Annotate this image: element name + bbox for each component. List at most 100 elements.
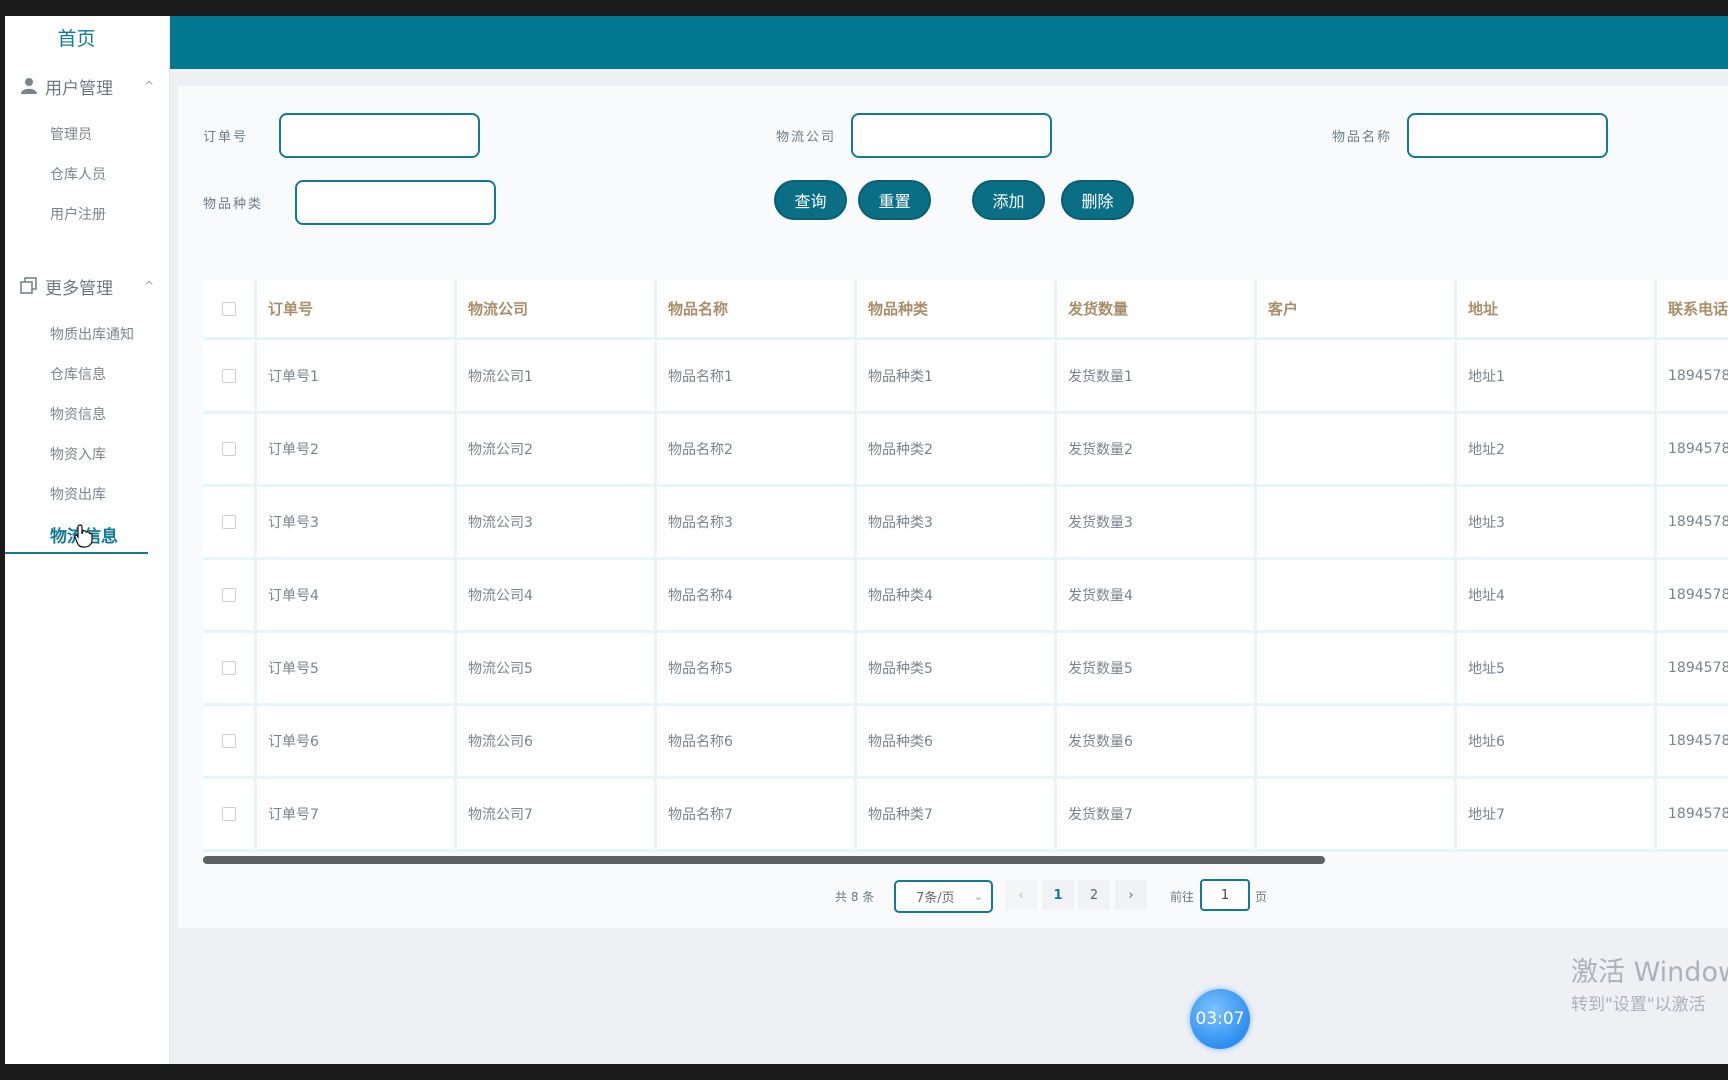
page-1-button[interactable]: 1 bbox=[1042, 880, 1074, 910]
item-type-input[interactable] bbox=[295, 180, 496, 225]
sidebar-item-material-inbound[interactable]: 物资入库 bbox=[50, 444, 106, 464]
sidebar-item-material-info[interactable]: 物资信息 bbox=[50, 404, 106, 424]
table-cell: 物品名称2 bbox=[657, 414, 857, 487]
sidebar: 首页 用户管理 ^ 管理员 仓库人员 用户注册 更多管理 ^ 物质出库通知 仓库… bbox=[5, 16, 170, 1064]
column-header[interactable]: 订单号 bbox=[257, 280, 457, 340]
table-cell: 1894578 bbox=[1657, 706, 1728, 779]
item-name-label: 物品名称 bbox=[1332, 130, 1393, 145]
company-label: 物流公司 bbox=[776, 130, 837, 145]
recording-timer[interactable]: 03:07 bbox=[1190, 989, 1250, 1049]
select-all-cell bbox=[203, 280, 257, 340]
table-cell: 发货数量2 bbox=[1057, 414, 1257, 487]
table-cell: 地址7 bbox=[1457, 779, 1657, 852]
page-2-button[interactable]: 2 bbox=[1078, 880, 1110, 910]
row-checkbox-cell bbox=[203, 341, 257, 414]
table-cell bbox=[1257, 560, 1457, 633]
logistics-table: 订单号 物流公司 物品名称 物品种类 发货数量 客户 地址 联系电话 订单号1 物… bbox=[203, 280, 1728, 854]
sidebar-home-link[interactable]: 首页 bbox=[5, 24, 148, 51]
select-all-checkbox[interactable] bbox=[221, 301, 236, 316]
table-cell: 1894578 bbox=[1657, 487, 1728, 560]
hand-cursor-icon bbox=[73, 523, 95, 549]
row-checkbox-cell bbox=[203, 706, 257, 779]
table-row[interactable]: 订单号7 物流公司7 物品名称7 物品种类7 发货数量7 地址7 1894578 bbox=[203, 779, 1728, 852]
row-checkbox[interactable] bbox=[221, 807, 236, 821]
column-header[interactable]: 物流公司 bbox=[457, 280, 657, 340]
sidebar-item-admin[interactable]: 管理员 bbox=[50, 124, 92, 144]
table-cell: 物流公司2 bbox=[457, 414, 657, 487]
table-row[interactable]: 订单号2 物流公司2 物品名称2 物品种类2 发货数量2 地址2 1894578 bbox=[203, 414, 1728, 487]
sidebar-group-more-management[interactable]: 更多管理 ^ bbox=[19, 272, 154, 300]
table-cell: 物流公司5 bbox=[457, 633, 657, 706]
table-cell: 1894578 bbox=[1657, 779, 1728, 852]
order-no-label: 订单号 bbox=[203, 130, 249, 145]
table-cell: 物流公司3 bbox=[457, 487, 657, 560]
row-checkbox-cell bbox=[203, 633, 257, 706]
column-header[interactable]: 物品种类 bbox=[857, 280, 1057, 340]
horizontal-scrollbar[interactable] bbox=[203, 856, 1325, 864]
goto-page-input[interactable]: 1 bbox=[1200, 879, 1250, 911]
table-row[interactable]: 订单号5 物流公司5 物品名称5 物品种类5 发货数量5 地址5 1894578 bbox=[203, 633, 1728, 706]
table-row[interactable]: 订单号3 物流公司3 物品名称3 物品种类3 发货数量3 地址3 1894578 bbox=[203, 487, 1728, 560]
table-cell: 物品种类7 bbox=[857, 779, 1057, 852]
table-cell: 物品种类5 bbox=[857, 633, 1057, 706]
sidebar-item-material-outbound[interactable]: 物资出库 bbox=[50, 484, 106, 504]
table-row[interactable]: 订单号1 物流公司1 物品名称1 物品种类1 发货数量1 地址1 1894578 bbox=[203, 341, 1728, 414]
table-cell bbox=[1257, 341, 1457, 414]
table-cell: 1894578 bbox=[1657, 341, 1728, 414]
table-cell: 地址2 bbox=[1457, 414, 1657, 487]
table-row[interactable]: 订单号6 物流公司6 物品名称6 物品种类6 发货数量6 地址6 1894578 bbox=[203, 706, 1728, 779]
table-cell: 物品名称4 bbox=[657, 560, 857, 633]
sidebar-item-warehouse-staff[interactable]: 仓库人员 bbox=[50, 164, 106, 184]
page-size-select[interactable]: 7条/页 ⌄ bbox=[894, 880, 993, 913]
table-cell bbox=[1257, 414, 1457, 487]
table-cell bbox=[1257, 487, 1457, 560]
row-checkbox[interactable] bbox=[221, 734, 236, 748]
table-row[interactable]: 订单号4 物流公司4 物品名称4 物品种类4 发货数量4 地址4 1894578 bbox=[203, 560, 1728, 633]
table-cell: 物品名称5 bbox=[657, 633, 857, 706]
row-checkbox[interactable] bbox=[221, 588, 236, 602]
table-cell bbox=[1257, 706, 1457, 779]
prev-page-button[interactable]: ‹ bbox=[1005, 880, 1037, 910]
row-checkbox[interactable] bbox=[221, 442, 236, 456]
table-cell: 物品名称3 bbox=[657, 487, 857, 560]
table-cell: 发货数量5 bbox=[1057, 633, 1257, 706]
company-input[interactable] bbox=[851, 113, 1052, 158]
sidebar-item-user-register[interactable]: 用户注册 bbox=[50, 204, 106, 224]
goto-suffix: 页 bbox=[1255, 890, 1268, 904]
user-icon bbox=[19, 76, 39, 96]
row-checkbox[interactable] bbox=[221, 515, 236, 529]
order-no-input[interactable] bbox=[279, 113, 480, 158]
add-button[interactable]: 添加 bbox=[972, 180, 1045, 220]
sidebar-group-label: 更多管理 bbox=[45, 278, 113, 299]
row-checkbox-cell bbox=[203, 779, 257, 852]
table-cell: 订单号3 bbox=[257, 487, 457, 560]
row-checkbox[interactable] bbox=[221, 369, 236, 383]
sidebar-item-outbound-notice[interactable]: 物质出库通知 bbox=[50, 324, 134, 344]
total-count: 共 8 条 bbox=[835, 890, 875, 904]
table-cell: 物品名称1 bbox=[657, 341, 857, 414]
table-cell: 地址4 bbox=[1457, 560, 1657, 633]
column-header[interactable]: 客户 bbox=[1257, 280, 1457, 340]
sidebar-item-warehouse-info[interactable]: 仓库信息 bbox=[50, 364, 106, 384]
row-checkbox[interactable] bbox=[221, 661, 236, 675]
sidebar-group-user-management[interactable]: 用户管理 ^ bbox=[19, 72, 154, 100]
table-cell: 物品名称7 bbox=[657, 779, 857, 852]
table-cell: 订单号2 bbox=[257, 414, 457, 487]
table-cell: 发货数量7 bbox=[1057, 779, 1257, 852]
column-header[interactable]: 地址 bbox=[1457, 280, 1657, 340]
column-header[interactable]: 发货数量 bbox=[1057, 280, 1257, 340]
row-checkbox-cell bbox=[203, 414, 257, 487]
item-type-label: 物品种类 bbox=[203, 197, 264, 212]
reset-button[interactable]: 重置 bbox=[858, 180, 931, 220]
column-header[interactable]: 联系电话 bbox=[1657, 280, 1728, 340]
sidebar-group-label: 用户管理 bbox=[45, 78, 113, 99]
table-cell: 地址1 bbox=[1457, 341, 1657, 414]
chevron-down-icon: ⌄ bbox=[973, 890, 983, 903]
delete-button[interactable]: 删除 bbox=[1061, 180, 1134, 220]
column-header[interactable]: 物品名称 bbox=[657, 280, 857, 340]
query-button[interactable]: 查询 bbox=[774, 180, 847, 220]
item-name-input[interactable] bbox=[1407, 113, 1608, 158]
next-page-button[interactable]: › bbox=[1115, 880, 1147, 910]
table-cell: 物流公司6 bbox=[457, 706, 657, 779]
table-cell: 1894578 bbox=[1657, 633, 1728, 706]
